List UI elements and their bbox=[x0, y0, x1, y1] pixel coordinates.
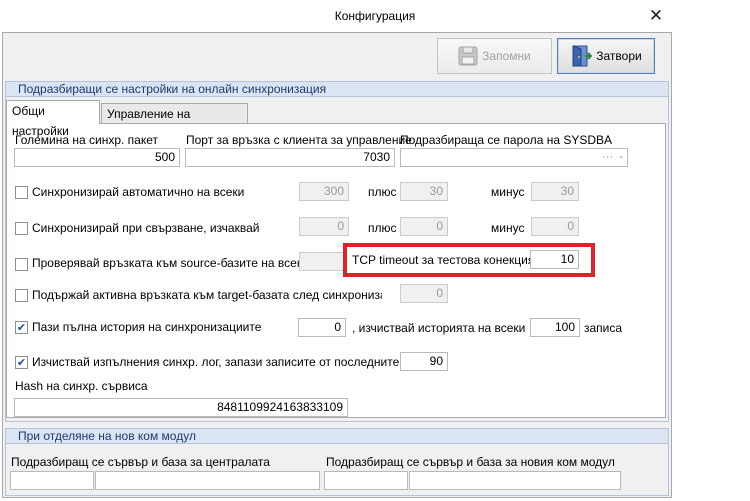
clear-log-input[interactable]: 90 bbox=[400, 352, 448, 371]
tcp-timeout-input[interactable]: 10 bbox=[530, 250, 579, 269]
sysdba-label: Подразбираща се парола на SYSDBA bbox=[400, 133, 613, 147]
clear-log-label: Изчиствай изпълнения синхр. лог, запази … bbox=[32, 355, 400, 369]
auto-sync-plus-input[interactable]: 30 bbox=[400, 182, 448, 201]
tcp-timeout-label: TCP timeout за тестова конекция: bbox=[352, 253, 538, 267]
clear-log-checkbox[interactable]: ✔ bbox=[15, 356, 28, 369]
hash-label: Hash на синхр. сървиса bbox=[15, 379, 148, 393]
check-source-checkbox[interactable] bbox=[15, 258, 28, 271]
sysdba-password-mask: ··· bbox=[602, 151, 614, 163]
connect-sync-input[interactable]: 0 bbox=[299, 217, 349, 236]
full-history-checkbox[interactable]: ✔ bbox=[15, 321, 28, 334]
close-button[interactable]: Затвори bbox=[557, 38, 655, 74]
auto-sync-plus-label: плюс bbox=[368, 185, 397, 199]
new-module-server-input[interactable] bbox=[324, 471, 408, 490]
connect-sync-checkbox[interactable] bbox=[15, 222, 28, 235]
new-module-database-input[interactable] bbox=[409, 471, 621, 490]
clear-history-input[interactable]: 100 bbox=[530, 318, 580, 337]
close-button-label: Затвори bbox=[596, 49, 642, 63]
port-label: Порт за връзка с клиента за управление bbox=[186, 133, 412, 147]
connect-sync-minus-label: минус bbox=[491, 221, 525, 235]
connect-sync-minus-input[interactable]: 0 bbox=[531, 217, 579, 236]
close-icon[interactable]: ✕ bbox=[643, 5, 669, 27]
save-button-label: Запомни bbox=[482, 49, 531, 63]
sysdba-password-input[interactable]: ··· - bbox=[400, 148, 628, 167]
auto-sync-minus-input[interactable]: 30 bbox=[531, 182, 579, 201]
packet-size-input[interactable]: 500 bbox=[14, 148, 180, 167]
keep-target-checkbox[interactable] bbox=[15, 289, 28, 302]
new-module-server-label: Подразбиращ се сървър и база за новия ко… bbox=[326, 455, 615, 469]
check-source-label: Проверявай връзката към source-базите на… bbox=[32, 256, 309, 270]
records-label: записа bbox=[584, 321, 623, 335]
connect-sync-plus-label: плюс bbox=[368, 221, 397, 235]
auto-sync-label: Синхронизирай автоматично на всеки bbox=[32, 185, 245, 199]
defaults-group-title: Подразбиращи се настройки на онлайн синх… bbox=[5, 81, 669, 97]
tab-general[interactable]: Общи настройки bbox=[6, 100, 100, 138]
check-source-input[interactable] bbox=[299, 252, 349, 271]
full-history-input[interactable]: 0 bbox=[298, 318, 346, 337]
hash-input[interactable]: 8481109924163833109 bbox=[14, 398, 348, 417]
sysdba-dropdown-button[interactable]: - bbox=[619, 151, 623, 163]
keep-target-label: Подържай активна връзката към target-баз… bbox=[32, 288, 382, 302]
floppy-disk-icon bbox=[458, 46, 478, 66]
central-server-label: Подразбиращ се сървър и база за централа… bbox=[11, 455, 270, 469]
connect-sync-plus-input[interactable]: 0 bbox=[400, 217, 448, 236]
keep-target-input[interactable]: 0 bbox=[400, 284, 448, 303]
connect-sync-label: Синхронизирай при свързване, изчаквай bbox=[32, 221, 260, 235]
auto-sync-minus-label: минус bbox=[491, 185, 525, 199]
central-database-input[interactable] bbox=[95, 471, 320, 490]
auto-sync-input[interactable]: 300 bbox=[299, 182, 349, 201]
port-input[interactable]: 7030 bbox=[185, 148, 395, 167]
central-server-input[interactable] bbox=[10, 471, 94, 490]
window-title: Конфигурация bbox=[334, 9, 416, 23]
new-module-group-title: При отделяне на нов ком модул bbox=[5, 428, 669, 444]
auto-sync-checkbox[interactable] bbox=[15, 186, 28, 199]
full-history-label: Пази пълна история на синхронизациите bbox=[32, 320, 262, 334]
door-exit-icon bbox=[572, 45, 593, 67]
save-button[interactable]: Запомни bbox=[437, 38, 552, 74]
clear-history-label: , изчиствай историята на всеки bbox=[352, 321, 526, 335]
